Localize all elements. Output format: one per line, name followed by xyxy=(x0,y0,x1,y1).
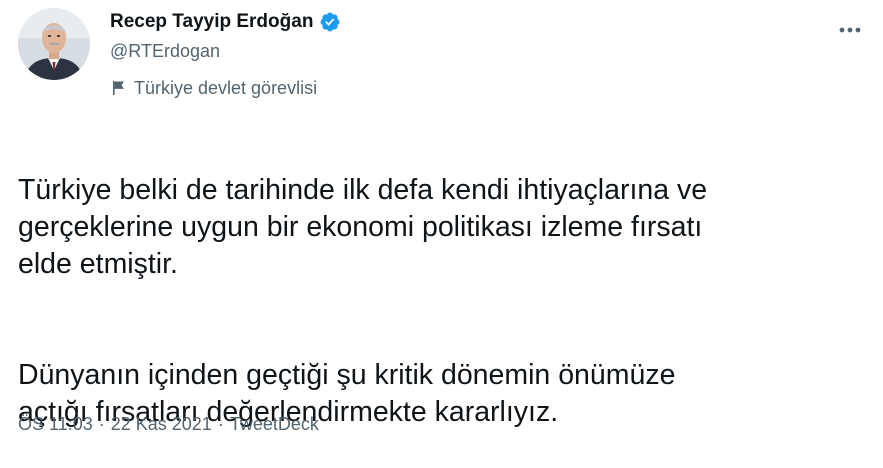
avatar[interactable] xyxy=(18,8,90,80)
author-name-row: Recep Tayyip Erdoğan xyxy=(110,8,341,36)
tweet-metadata: ÖS 11:03 · 22 Kas 2021 · TweetDeck xyxy=(18,410,319,438)
meta-separator: · xyxy=(98,413,105,434)
tweet-date[interactable]: 22 Kas 2021 xyxy=(111,414,212,435)
account-label-text: Türkiye devlet görevlisi xyxy=(134,77,318,98)
tweet: Recep Tayyip Erdoğan @RTErdogan Türkiye … xyxy=(0,0,883,445)
author-display-name[interactable]: Recep Tayyip Erdoğan xyxy=(110,8,313,36)
more-options-button[interactable] xyxy=(835,10,865,36)
tweet-source[interactable]: TweetDeck xyxy=(230,414,319,435)
tweet-paragraph: Türkiye belki de tarihinde ilk defa kend… xyxy=(18,174,708,280)
avatar-image xyxy=(18,8,90,80)
flag-icon xyxy=(110,79,128,97)
tweet-time[interactable]: ÖS 11:03 xyxy=(18,414,93,435)
verified-badge-icon xyxy=(319,11,341,33)
more-horizontal-icon xyxy=(839,20,861,33)
account-label: Türkiye devlet görevlisi xyxy=(110,74,317,102)
author-handle[interactable]: @RTErdogan xyxy=(110,38,220,64)
meta-separator: · xyxy=(217,413,224,434)
